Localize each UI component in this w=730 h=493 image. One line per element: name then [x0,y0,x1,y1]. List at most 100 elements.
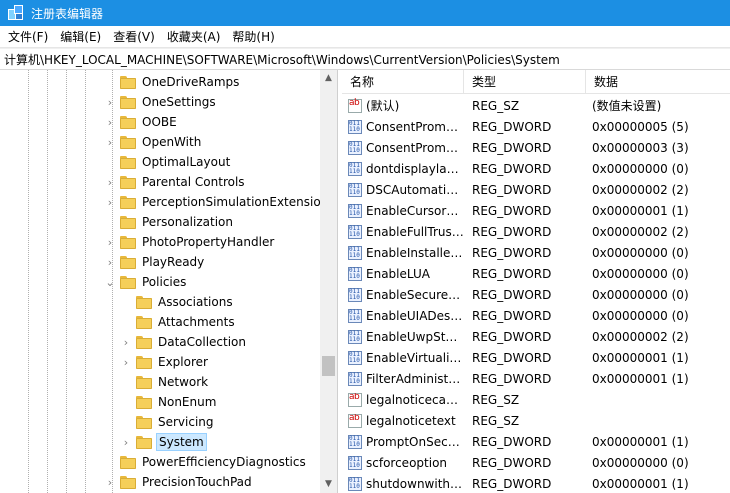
value-row[interactable]: legalnoticetext REG_SZ [342,410,730,431]
folder-icon [136,335,152,349]
scroll-down-arrow-icon[interactable]: ▼ [320,476,337,493]
tree-item[interactable]: Attachments [120,312,237,332]
tree-item[interactable]: › OneSettings [104,92,218,112]
value-type: REG_DWORD [472,119,552,134]
menu-favorites[interactable]: 收藏夹(A) [161,26,227,48]
value-row[interactable]: EnableUIADes… REG_DWORD 0x00000000 (0) [342,305,730,326]
tree-item-label: Attachments [158,315,235,329]
value-row[interactable]: EnableVirtualiz… REG_DWORD 0x00000001 (1) [342,347,730,368]
dword-value-icon [348,119,362,134]
value-row[interactable]: PromptOnSecu… REG_DWORD 0x00000001 (1) [342,431,730,452]
menu-file[interactable]: 文件(F) [0,26,54,48]
value-row[interactable]: EnableLUA REG_DWORD 0x00000000 (0) [342,263,730,284]
dword-value-icon [348,455,362,470]
value-row[interactable]: EnableCursorS… REG_DWORD 0x00000001 (1) [342,200,730,221]
column-header-type[interactable]: 类型 [464,70,586,94]
expand-chevron-icon[interactable]: › [120,332,132,352]
string-value-icon [348,392,362,407]
value-row[interactable]: DSCAutomatio… REG_DWORD 0x00000002 (2) [342,179,730,200]
value-row[interactable]: shutdownwitho… REG_DWORD 0x00000001 (1) [342,473,730,493]
tree-item[interactable]: PowerEfficiencyDiagnostics [104,452,308,472]
value-type: REG_DWORD [472,161,552,176]
folder-icon [136,295,152,309]
value-row[interactable]: FilterAdministr… REG_DWORD 0x00000001 (1) [342,368,730,389]
value-row[interactable]: ConsentPromp… REG_DWORD 0x00000003 (3) [342,137,730,158]
no-expander [120,312,132,332]
value-type: REG_SZ [472,413,520,428]
address-bar[interactable]: 计算机\HKEY_LOCAL_MACHINE\SOFTWARE\Microsof… [0,48,730,70]
tree-item[interactable]: › OpenWith [104,132,203,152]
column-header-name[interactable]: 名称 [342,70,464,94]
string-value-icon [348,413,362,428]
menu-bar: 文件(F) 编辑(E) 查看(V) 收藏夹(A) 帮助(H) [0,26,730,48]
folder-icon [120,95,136,109]
tree-item[interactable]: › OOBE [104,112,179,132]
value-data: 0x00000000 (0) [592,455,689,470]
value-row[interactable]: EnableInstaller… REG_DWORD 0x00000000 (0) [342,242,730,263]
tree-item[interactable]: OneDriveRamps [104,72,241,92]
tree-scrollbar[interactable]: ▲ ▼ [320,70,337,493]
folder-icon [120,115,136,129]
tree-item[interactable]: › DataCollection [120,332,248,352]
value-data: 0x00000002 (2) [592,224,689,239]
scroll-up-arrow-icon[interactable]: ▲ [320,70,337,87]
value-name: EnableFullTrust… [366,224,464,239]
scroll-thumb[interactable] [322,356,335,376]
tree-item[interactable]: NonEnum [120,392,218,412]
value-type: REG_DWORD [472,476,552,491]
tree-item-label: Policies [142,275,187,289]
tree-item[interactable]: › PrecisionTouchPad [104,472,254,492]
value-row[interactable]: legalnoticecap… REG_SZ [342,389,730,410]
tree-item[interactable]: › PlayReady [104,252,206,272]
dword-value-icon [348,224,362,239]
value-row[interactable]: (默认) REG_SZ (数值未设置) [342,95,730,116]
dword-value-icon [348,371,362,386]
expand-chevron-icon[interactable]: › [104,192,116,212]
dword-value-icon [348,161,362,176]
value-row[interactable]: ConsentPromp… REG_DWORD 0x00000005 (5) [342,116,730,137]
tree-item-label: PlayReady [142,255,205,269]
value-row[interactable]: EnableFullTrust… REG_DWORD 0x00000002 (2) [342,221,730,242]
dword-value-icon [348,434,362,449]
expand-chevron-icon[interactable]: › [104,112,116,132]
value-row[interactable]: EnableUwpSta… REG_DWORD 0x00000002 (2) [342,326,730,347]
expand-chevron-icon[interactable]: › [104,172,116,192]
menu-view[interactable]: 查看(V) [107,26,161,48]
tree-item-label: Associations [158,295,233,309]
tree-item[interactable]: Associations [120,292,235,312]
tree-item[interactable]: › Explorer [120,352,210,372]
folder-icon [120,455,136,469]
tree-item[interactable]: Servicing [120,412,216,432]
values-list[interactable]: 名称 类型 数据 (默认) REG_SZ (数值未设置) ConsentPromp… R… [342,70,730,493]
key-tree[interactable]: OneDriveRamps › OneSettings › OOBE › OpenWith O… [0,70,338,493]
tree-item[interactable]: › PerceptionSimulationExtensions [104,192,337,212]
tree-item[interactable]: › Parental Controls [104,172,247,192]
value-row[interactable]: EnableSecureU… REG_DWORD 0x00000000 (0) [342,284,730,305]
column-header-data[interactable]: 数据 [586,70,730,94]
collapse-chevron-icon[interactable]: ⌄ [104,272,116,292]
expand-chevron-icon[interactable]: › [104,132,116,152]
expand-chevron-icon[interactable]: › [104,92,116,112]
value-name: scforceoption [366,455,448,470]
tree-item[interactable]: OptimalLayout [104,152,232,172]
folder-icon [120,255,136,269]
tree-item[interactable]: Network [120,372,210,392]
dword-value-icon [348,266,362,281]
expand-chevron-icon[interactable]: › [120,432,132,452]
value-row[interactable]: scforceoption REG_DWORD 0x00000000 (0) [342,452,730,473]
expand-chevron-icon[interactable]: › [104,232,116,252]
tree-item-label: Explorer [158,355,208,369]
menu-help[interactable]: 帮助(H) [226,26,280,48]
folder-icon [136,395,152,409]
tree-item[interactable]: › System [120,432,207,452]
menu-edit[interactable]: 编辑(E) [54,26,107,48]
value-name: EnableCursorS… [366,203,464,218]
value-type: REG_DWORD [472,455,552,470]
tree-item[interactable]: Personalization [104,212,235,232]
expand-chevron-icon[interactable]: › [104,252,116,272]
tree-item[interactable]: ⌄ Policies [104,272,188,292]
value-row[interactable]: dontdisplaylas… REG_DWORD 0x00000000 (0) [342,158,730,179]
expand-chevron-icon[interactable]: › [104,472,116,492]
tree-item[interactable]: › PhotoPropertyHandler [104,232,276,252]
expand-chevron-icon[interactable]: › [120,352,132,372]
